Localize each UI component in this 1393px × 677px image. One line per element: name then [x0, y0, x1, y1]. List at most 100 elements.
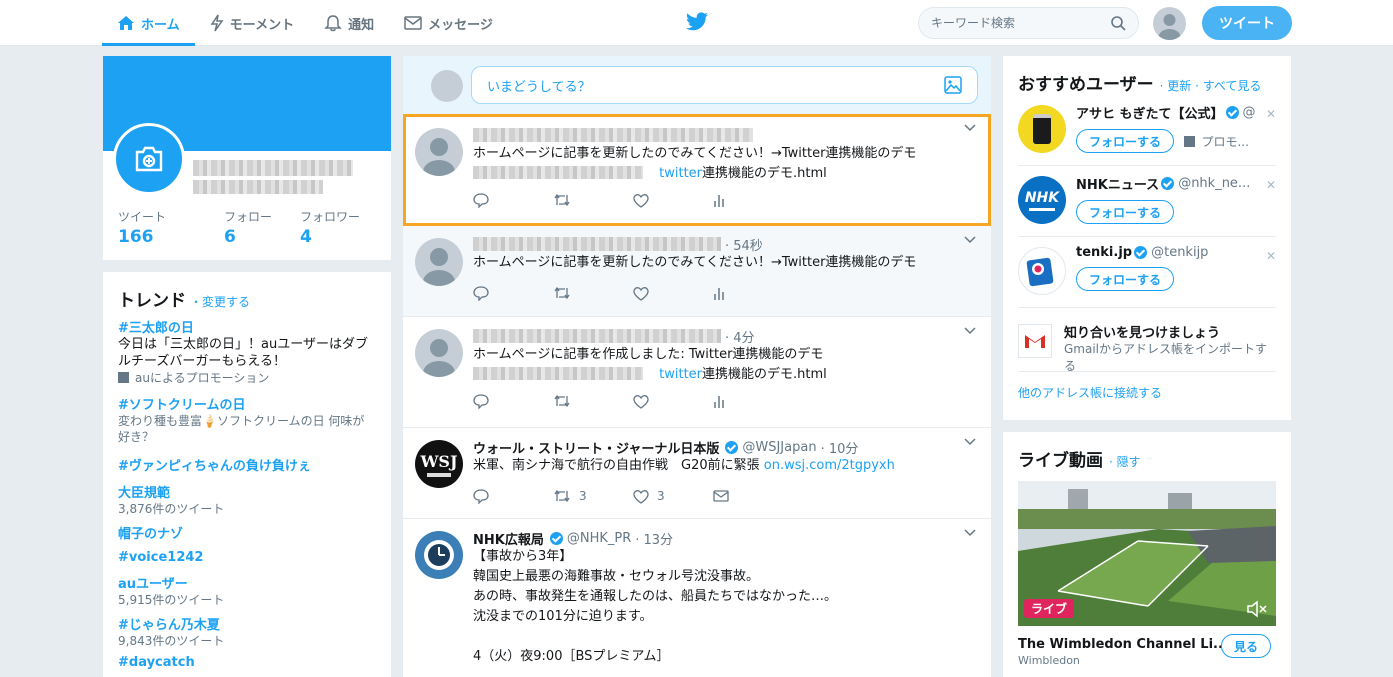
search-input[interactable] [931, 16, 1101, 30]
tweet-timestamp[interactable]: · 54秒 [725, 235, 763, 254]
trend-item[interactable]: 帽子のナゾ [118, 523, 376, 542]
suggested-user-name[interactable]: NHKニュース [1076, 174, 1159, 193]
tweet-link[interactable]: twitter [659, 367, 702, 382]
follow-button[interactable]: フォローする [1076, 200, 1175, 224]
stat-followers[interactable]: フォロワー 4 [300, 208, 360, 247]
reply-button[interactable] [473, 285, 553, 301]
wsj-avatar[interactable]: WSJ [415, 440, 463, 488]
tweet[interactable]: NHK広報局 @NHK_PR · 13分 【事故から3年】 韓国史上最悪の海難事… [403, 519, 991, 677]
tweet-timestamp[interactable]: · 10分 [821, 438, 859, 457]
retweet-button[interactable] [553, 193, 633, 207]
reply-button[interactable] [473, 192, 553, 208]
change-trends-link[interactable]: ・変更する [190, 293, 250, 310]
dismiss-icon[interactable]: ✕ [1266, 249, 1276, 263]
tweet[interactable]: · 4分 ホームページに記事を作成しました: Twitter連携機能のデモ tw… [403, 317, 991, 428]
analytics-button[interactable] [713, 286, 793, 300]
avatar[interactable] [415, 238, 463, 286]
retweet-icon [554, 286, 570, 300]
chevron-down-icon[interactable] [964, 327, 976, 335]
tweet-button[interactable]: ツイート [1202, 6, 1292, 40]
avatar [431, 70, 463, 102]
analytics-button[interactable] [713, 193, 793, 207]
chevron-down-icon[interactable] [964, 236, 976, 244]
nav-moments[interactable]: モーメント [195, 0, 309, 46]
follow-button[interactable]: フォローする [1076, 129, 1175, 153]
retweet-button[interactable] [553, 394, 633, 408]
stat-tweets[interactable]: ツイート 166 [118, 208, 166, 247]
hide-live-link[interactable]: · 隠す [1109, 453, 1141, 470]
analytics-button[interactable] [713, 394, 793, 408]
connect-address-book-link[interactable]: 他のアドレス帳に接続する [1018, 384, 1276, 401]
tweet-header: · 4分 [473, 327, 976, 346]
suggested-user-name[interactable]: アサヒ もぎたて【公式】 [1076, 103, 1224, 122]
trend-item[interactable]: #voice1242 [118, 550, 376, 565]
suggested-user-handle[interactable]: @nhk_ne... [1178, 176, 1250, 191]
trend-tag: #三太郎の日 [118, 321, 194, 336]
live-video-name[interactable]: The Wimbledon Channel Li... [1018, 637, 1228, 652]
tweet-author-name[interactable]: ウォール・ストリート・ジャーナル日本版 [473, 438, 719, 457]
reply-button[interactable] [473, 488, 553, 504]
avatar[interactable] [1153, 7, 1186, 40]
nhk-news-avatar[interactable]: NHK [1018, 176, 1066, 224]
stat-following[interactable]: フォロー 6 [224, 208, 272, 247]
watch-button[interactable]: 見る [1221, 634, 1272, 658]
tweet-author-handle[interactable]: @NHK_PR [567, 531, 631, 546]
refresh-view-all-link[interactable]: · 更新 · すべて見る [1160, 77, 1262, 94]
find-friends[interactable]: 知り合いを見つけましょう Gmailからアドレス帳をインポートする [1018, 308, 1276, 373]
like-button[interactable] [633, 286, 713, 301]
dismiss-icon[interactable]: ✕ [1266, 107, 1276, 121]
mute-icon[interactable] [1246, 600, 1268, 618]
suggested-user-name[interactable]: tenki.jp [1076, 245, 1132, 260]
trend-item[interactable]: #daycatch [118, 655, 376, 670]
search-icon[interactable] [1110, 15, 1126, 31]
nav-home[interactable]: ホーム [102, 0, 195, 46]
tweet-timestamp[interactable]: · 13分 [635, 529, 673, 548]
trend-item[interactable]: auユーザー 5,915件のツイート [118, 573, 376, 608]
trend-item[interactable]: #ソフトクリームの日 変わり種も豊富🍦ソフトクリームの日 何味が好き？ [118, 394, 376, 445]
trend-item[interactable]: #じゃらん乃木夏 9,843件のツイート [118, 614, 376, 649]
live-video-channel[interactable]: Wimbledon [1018, 654, 1080, 667]
trend-item[interactable]: 大臣規範 3,876件のツイート [118, 482, 376, 517]
twitter-bird-icon[interactable] [685, 12, 709, 36]
envelope-icon [713, 490, 729, 502]
tenki-avatar[interactable] [1018, 247, 1066, 295]
suggested-user-handle[interactable]: @tenkijp [1151, 245, 1208, 260]
asahi-avatar[interactable] [1018, 105, 1066, 153]
chevron-down-icon[interactable] [964, 438, 976, 446]
follow-button[interactable]: フォローする [1076, 267, 1175, 291]
chevron-down-icon[interactable] [964, 124, 976, 132]
suggested-user-handle[interactable]: @ [1243, 105, 1256, 120]
like-button[interactable] [633, 394, 713, 409]
compose-placeholder: いまどうしてる？ [487, 79, 591, 95]
tweet-link[interactable]: twitter [659, 166, 702, 181]
tweet-timestamp[interactable]: · 4分 [725, 327, 755, 346]
avatar[interactable] [415, 128, 463, 176]
direct-message-button[interactable] [713, 490, 793, 502]
link-redacted [473, 367, 643, 380]
like-button[interactable]: 3 [633, 489, 713, 504]
image-icon[interactable] [944, 76, 962, 94]
nav-messages[interactable]: メッセージ [389, 0, 508, 46]
avatar[interactable] [415, 329, 463, 377]
tweet-author-name[interactable]: NHK広報局 [473, 529, 544, 548]
compose-input[interactable]: いまどうしてる？ [471, 66, 978, 104]
trend-item[interactable]: #ヴァンピィちゃんの負け負けぇ [118, 455, 376, 474]
like-button[interactable] [633, 193, 713, 208]
tweet-author-handle[interactable]: @WSJJapan [742, 440, 816, 455]
chevron-down-icon[interactable] [964, 529, 976, 537]
verified-icon [725, 440, 739, 454]
nav-notifications[interactable]: 通知 [309, 0, 389, 46]
nhk-pr-avatar[interactable] [415, 531, 463, 579]
profile-avatar[interactable] [113, 123, 185, 195]
retweet-button[interactable]: 3 [553, 489, 633, 503]
tweet-link[interactable]: on.wsj.com/2tgpyxh [764, 458, 895, 473]
dismiss-icon[interactable]: ✕ [1266, 178, 1276, 192]
retweet-button[interactable] [553, 286, 633, 300]
trend-item[interactable]: #三太郎の日 今日は「三太郎の日」！auユーザーはダブルチーズバーガーもらえる！… [118, 317, 376, 386]
tweet-header [473, 126, 976, 144]
live-video-thumbnail[interactable]: ライブ [1018, 481, 1276, 626]
tweet[interactable]: ホームページに記事を更新したのでみてください！→Twitter連携機能のデモ t… [403, 114, 991, 226]
tweet[interactable]: · 54秒 ホームページに記事を更新したのでみてください！→Twitter連携機… [403, 226, 991, 317]
tweet[interactable]: WSJ ウォール・ストリート・ジャーナル日本版 @WSJJapan · 10分 … [403, 428, 991, 519]
reply-button[interactable] [473, 393, 553, 409]
